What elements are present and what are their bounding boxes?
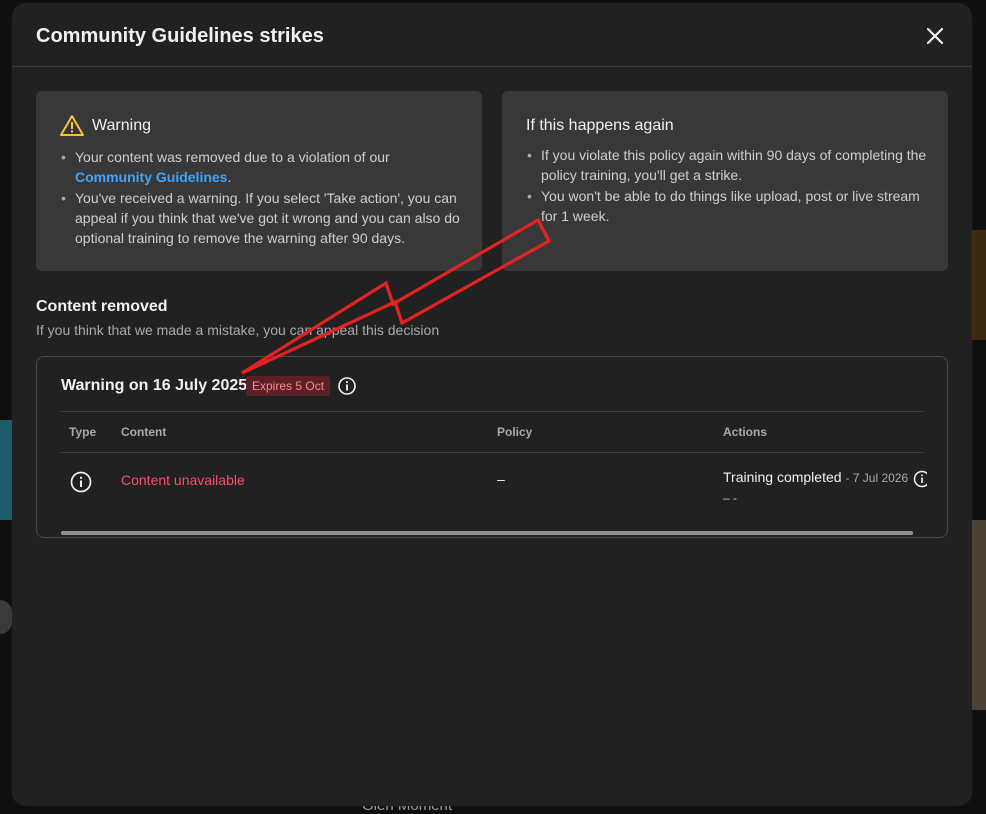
repeat-bullet-2: You won't be able to do things like uplo… [527, 186, 927, 226]
column-policy: Policy [497, 425, 533, 439]
action-info-button[interactable] [913, 470, 927, 488]
warning-bullets: Your content was removed due to a violat… [61, 147, 461, 249]
warning-bullet-2: You've received a warning. If you select… [61, 188, 461, 248]
column-type: Type [69, 425, 97, 439]
info-icon [913, 470, 927, 488]
community-guidelines-link[interactable]: Community Guidelines [75, 169, 227, 185]
action-date: - 7 Jul 2026 [845, 471, 909, 485]
warning-bullet-1-text: Your content was removed due to a violat… [75, 149, 390, 165]
repeat-bullets: If you violate this policy again within … [527, 145, 927, 227]
strike-heading: Warning on 16 July 2025 [61, 377, 248, 394]
action-status: Training completed - 7 Jul 2026 [723, 469, 908, 485]
horizontal-scrollbar[interactable] [61, 531, 913, 535]
repeat-violation-card: If this happens again If you violate thi… [502, 91, 948, 271]
background-thumbnail-2 [972, 520, 986, 710]
policy-value: – [497, 471, 505, 487]
table-top-divider [61, 411, 923, 412]
strike-details: Warning on 16 July 2025 Expires 5 Oct Ty… [36, 356, 948, 538]
info-icon [338, 377, 356, 395]
background-thumbnail [972, 230, 986, 340]
background-avatar [0, 420, 12, 520]
warning-card: Warning Your content was removed due to … [36, 91, 482, 271]
content-removed-subtitle: If you think that we made a mistake, you… [36, 322, 440, 338]
warning-bullet-1: Your content was removed due to a violat… [61, 147, 461, 187]
action-label: Training completed [723, 469, 842, 485]
repeat-bullet-1: If you violate this policy again within … [527, 145, 927, 185]
close-icon [926, 27, 944, 45]
content-unavailable-link[interactable]: Content unavailable [121, 472, 245, 488]
background-button [0, 600, 12, 634]
action-sub: – - [723, 491, 738, 505]
dialog-title: Community Guidelines strikes [36, 25, 324, 47]
content-removed-title: Content removed [36, 298, 168, 315]
strikes-dialog: Community Guidelines strikes Warning You… [12, 3, 972, 806]
warning-bullet-1-end: . [227, 169, 232, 185]
repeat-title: If this happens again [526, 117, 674, 134]
close-button[interactable] [920, 21, 950, 51]
column-actions: Actions [723, 425, 768, 439]
table-header-divider [61, 452, 923, 453]
expires-badge: Expires 5 Oct [246, 376, 331, 396]
strike-info-button[interactable] [337, 376, 357, 396]
info-icon [70, 471, 92, 493]
column-content: Content [121, 425, 167, 439]
warning-title: Warning [92, 117, 151, 134]
dialog-header: Community Guidelines strikes [12, 3, 972, 67]
warning-triangle-icon [60, 115, 84, 136]
